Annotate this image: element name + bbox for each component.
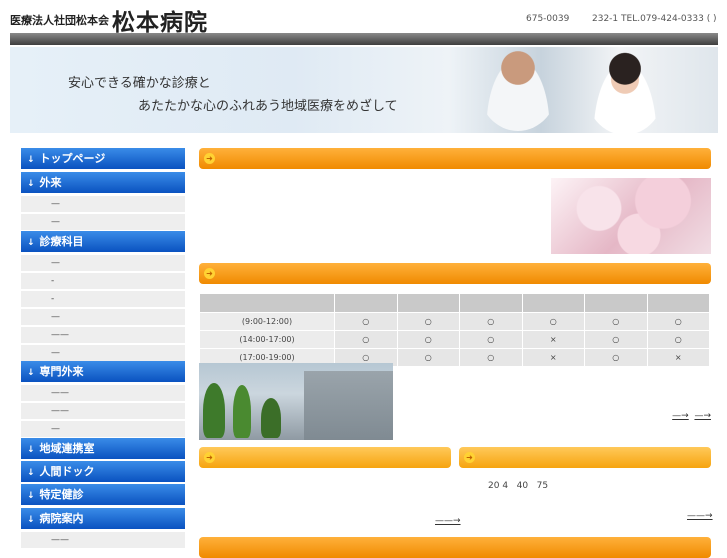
nav-sub-item[interactable]: —— (21, 403, 185, 420)
nav-sub-item[interactable]: —— (21, 532, 185, 549)
nav-guide[interactable]: ↓ 病院案内 (21, 508, 185, 529)
arrow-right-icon: ➜ (204, 452, 215, 463)
table-row: (9:00-12:00) ○ ○ ○ ○ ○ ○ (199, 312, 710, 331)
section-bar-left: ➜ (199, 447, 451, 468)
link-group: —→ —→ (672, 411, 711, 421)
arrow-right-icon: ➜ (204, 268, 215, 279)
nav-sub-item[interactable]: — (21, 214, 185, 231)
nav-sub-item[interactable]: —— (21, 385, 185, 402)
table-cell: × (521, 348, 585, 367)
section-bar-news: ➜ (199, 148, 711, 169)
table-cell: × (646, 348, 710, 367)
cherry-blossom-image (551, 178, 711, 254)
doctor-figure (478, 47, 558, 131)
nav-sub-item[interactable]: — (21, 421, 185, 438)
nav-dock[interactable]: ↓ 人間ドック (21, 461, 185, 482)
table-cell: ○ (459, 330, 523, 349)
table-cell: ○ (396, 330, 460, 349)
nav-community[interactable]: ↓ 地域連携室 (21, 438, 185, 459)
nav-top-page[interactable]: ↓ トップページ (21, 148, 185, 169)
nav-sub-item[interactable]: - (21, 273, 185, 290)
hero-line-1: 安心できる確かな診療と (68, 76, 211, 91)
nav-sub-item[interactable]: — (21, 196, 185, 213)
nav-specialty[interactable]: ↓ 専門外来 (21, 361, 185, 382)
table-row: (14:00-17:00) ○ ○ ○ × ○ ○ (199, 330, 710, 349)
arrow-down-icon: ↓ (27, 368, 35, 378)
section-bar-hours: ➜ (199, 263, 711, 284)
table-cell: ○ (459, 348, 523, 367)
tree-shape (203, 383, 225, 438)
more-link[interactable]: ——→ (687, 511, 713, 521)
arrow-down-icon: ↓ (27, 468, 35, 478)
table-cell: ○ (521, 312, 585, 331)
time-label: (9:00-12:00) (199, 312, 335, 331)
arrow-right-icon: ➜ (464, 452, 475, 463)
table-header-row (199, 293, 710, 313)
org-name: 医療法人社団松本会 (10, 14, 109, 27)
nav-departments[interactable]: ↓ 診療科目 (21, 231, 185, 252)
table-cell: ○ (396, 348, 460, 367)
hero-line-2: あたたかな心のふれあう地域医療をめざして (138, 99, 398, 114)
nurse-figure (585, 47, 665, 133)
zip-code: 675-0039 (526, 14, 570, 24)
hospital-logo[interactable]: 松本病院 (112, 3, 208, 37)
table-cell: ○ (334, 312, 398, 331)
hero-banner: 安心できる確かな診療と あたたかな心のふれあう地域医療をめざして (10, 47, 718, 133)
arrow-down-icon: ↓ (27, 155, 35, 165)
section-bar-right: ➜ (459, 447, 711, 468)
arrow-right-icon: ➜ (204, 153, 215, 164)
consultation-hours-table: (9:00-12:00) ○ ○ ○ ○ ○ ○ (14:00-17:00) ○… (199, 293, 710, 367)
nav-sub-item[interactable]: — (21, 309, 185, 326)
table-cell: ○ (584, 312, 648, 331)
header-divider (10, 33, 718, 45)
table-cell: ○ (396, 312, 460, 331)
arrow-down-icon: ↓ (27, 238, 35, 248)
nav-sub-item[interactable]: — (21, 345, 185, 362)
tree-shape (261, 398, 281, 438)
arrow-down-icon: ↓ (27, 491, 35, 501)
nav-checkup[interactable]: ↓ 特定健診 (21, 484, 185, 505)
table-cell: ○ (459, 312, 523, 331)
arrow-down-icon: ↓ (27, 515, 35, 525)
table-cell: ○ (584, 348, 648, 367)
hospital-building-photo (199, 363, 393, 440)
tree-shape (233, 385, 251, 438)
nav-sub-item[interactable]: —— (21, 327, 185, 344)
more-link[interactable]: ——→ (435, 516, 461, 526)
table-cell: ○ (584, 330, 648, 349)
detail-link[interactable]: —→ (672, 411, 689, 421)
table-cell: × (521, 330, 585, 349)
nav-sub-item[interactable]: — (21, 255, 185, 272)
table-cell: ○ (334, 330, 398, 349)
building-shape (304, 371, 393, 440)
arrow-down-icon: ↓ (27, 445, 35, 455)
time-label: (14:00-17:00) (199, 330, 335, 349)
stats-text: 20 4 40 75 (488, 481, 549, 491)
section-bar-bottom (199, 537, 711, 558)
table-cell: ○ (646, 330, 710, 349)
arrow-down-icon: ↓ (27, 179, 35, 189)
detail-link[interactable]: —→ (694, 411, 711, 421)
nav-sub-item[interactable]: - (21, 291, 185, 308)
address-tel: 232-1 TEL.079-424-0333 ( ) (592, 14, 717, 24)
table-cell: ○ (646, 312, 710, 331)
nav-outpatient[interactable]: ↓ 外来 (21, 172, 185, 193)
